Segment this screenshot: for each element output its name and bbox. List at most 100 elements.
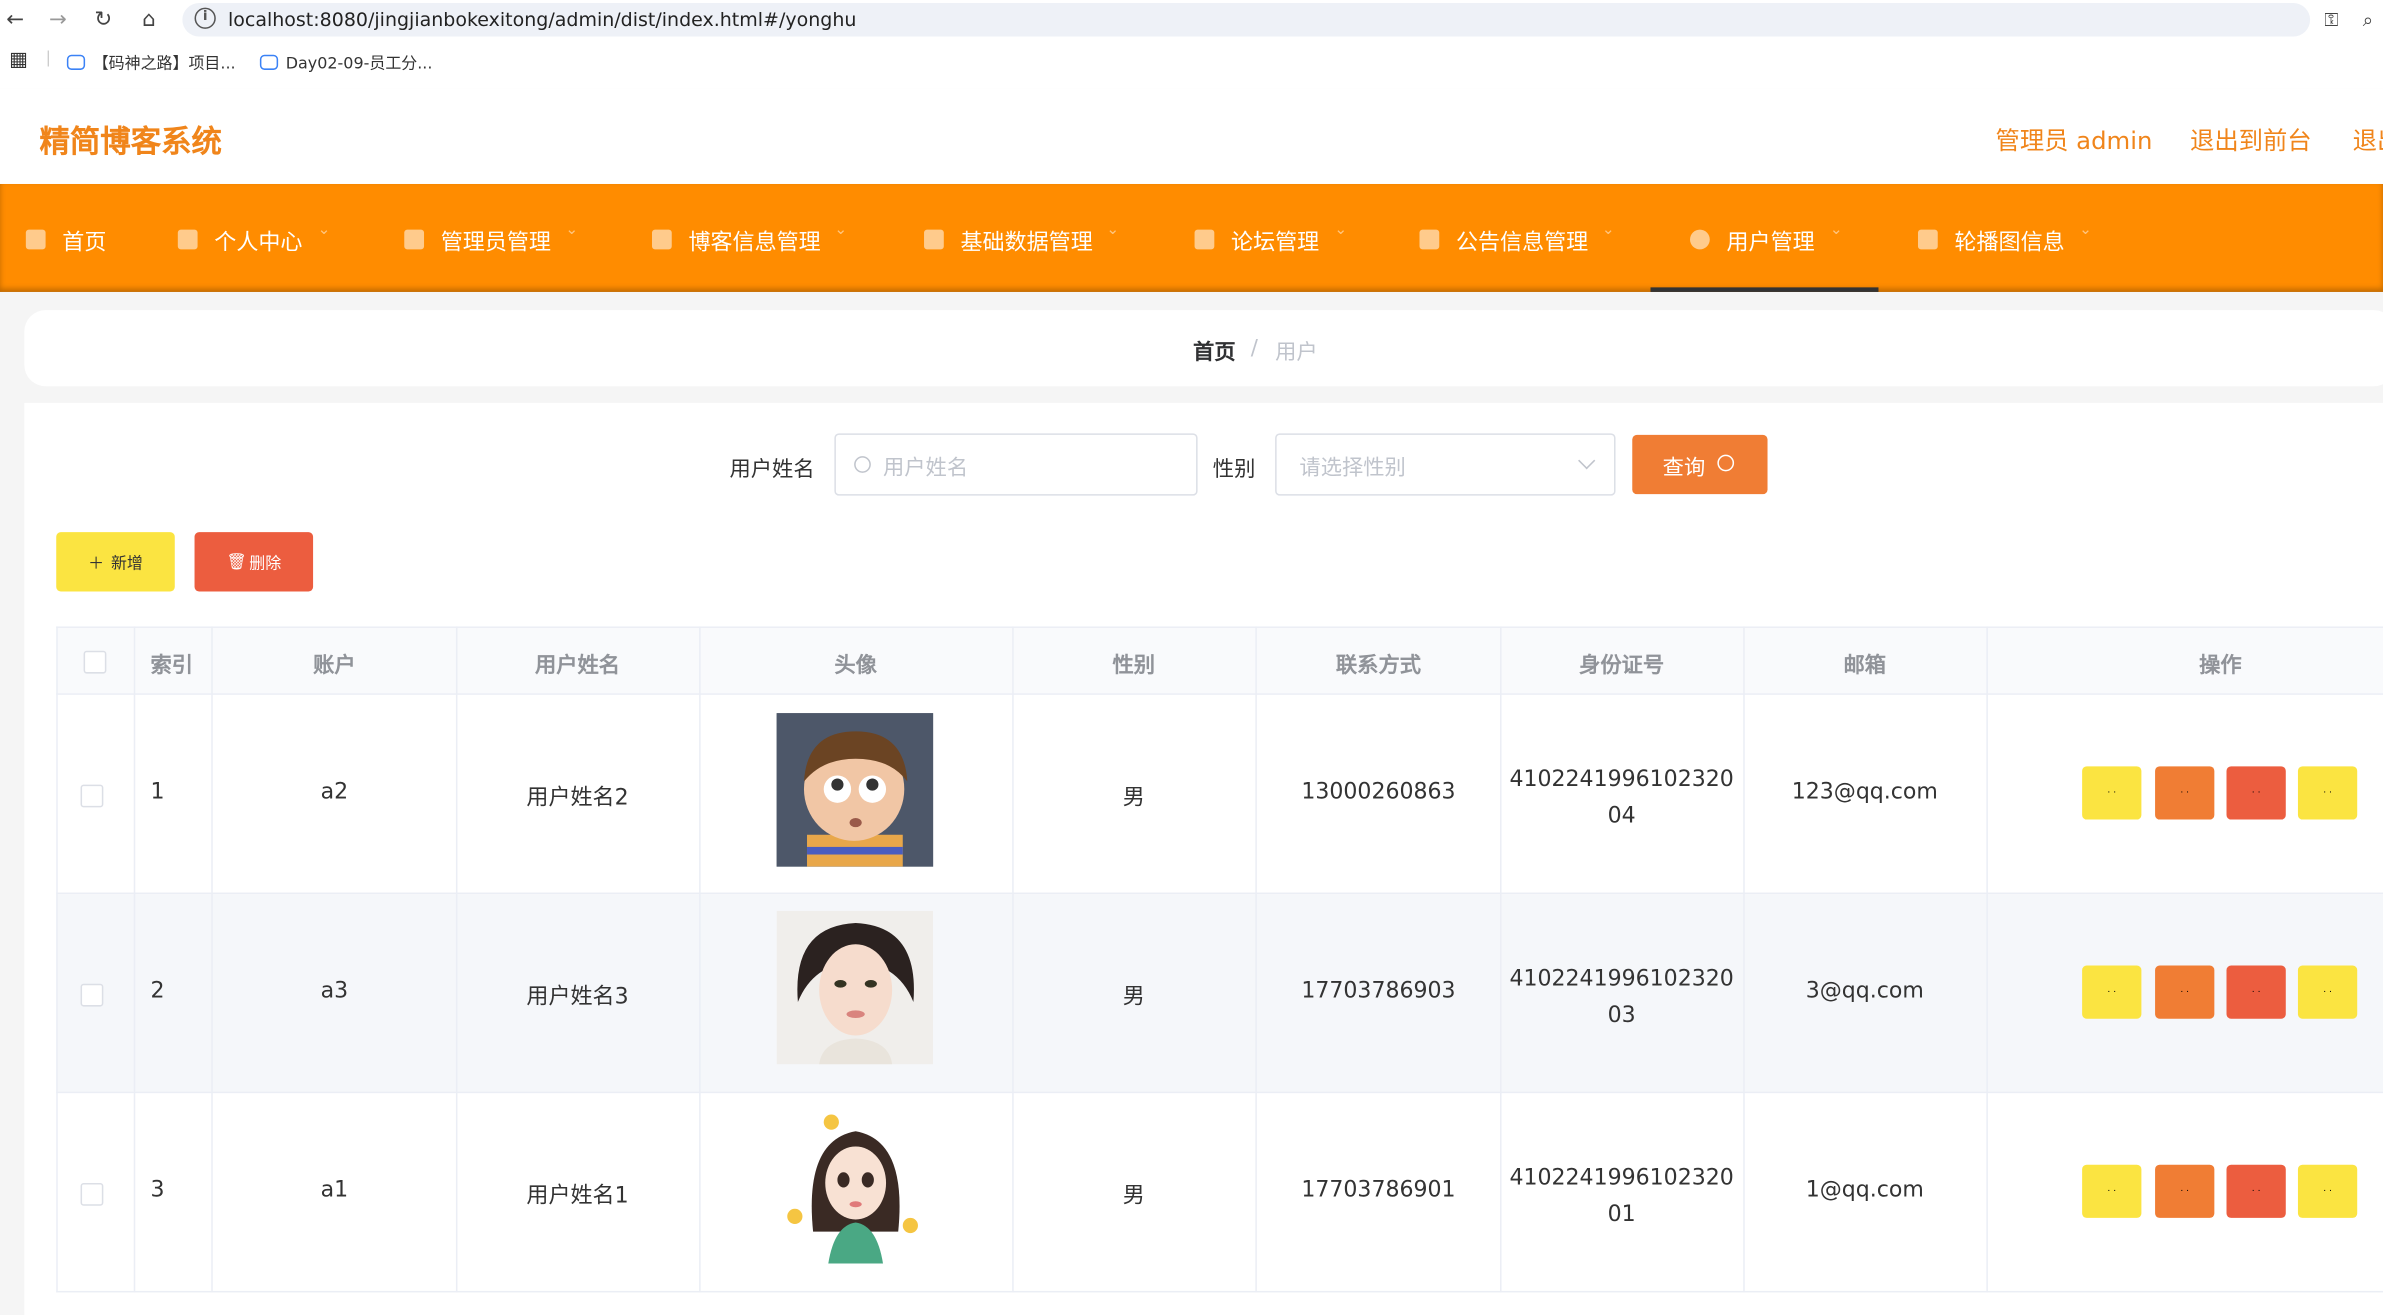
col-phone[interactable]: 联系方式 [1336,649,1421,679]
edit-button[interactable]: · · [2155,1164,2215,1218]
app-header: 精简博客系统 管理员 admin 退出到前台 退出登录 [0,88,2383,184]
apps-grid-icon[interactable]: ▦ [9,49,28,72]
grid-line [1743,626,1745,1293]
row-checkbox[interactable] [80,983,104,1007]
select-all-checkbox[interactable] [83,650,107,674]
reset-password-button[interactable]: · · [2297,1164,2358,1218]
divider: | [45,48,51,67]
table-row[interactable]: 2 a3 用户姓名3 男 17703786903 410224199610232… [56,894,2383,1094]
chevron-down-icon: ⌄ [1106,221,1120,239]
nav-active-indicator [1650,287,1879,292]
reset-password-button[interactable]: · · [2297,965,2358,1019]
brand-title: 精简博客系统 [39,123,222,160]
cartoon-boy-avatar[interactable] [776,713,934,867]
col-actions: 操作 [2199,653,2242,679]
col-gender[interactable]: 性别 [1112,649,1155,679]
table-row[interactable]: 3 a1 用户姓名1 男 17703786901 410224199610232… [56,1093,2383,1293]
cartoon-girl-avatar[interactable] [776,1109,934,1264]
grid-line [1986,626,1988,1293]
bookmarks-bar: ▦ | 【码神之路】项目... Day02-09-员工分... [0,39,2383,89]
grid-line [699,626,701,1293]
chevron-down-icon: ⌄ [1601,221,1615,239]
bilibili-icon [259,54,279,70]
name-search-label: 用户姓名 [729,457,815,482]
notice-icon [1419,229,1440,250]
col-email[interactable]: 邮箱 [1844,649,1887,679]
view-button[interactable]: · · [2082,965,2142,1019]
search-icon [854,456,871,473]
row-checkbox[interactable] [80,1182,104,1206]
edit-button[interactable]: · · [2155,766,2215,820]
url-text: localhost:8080/jingjianbokexitong/admin/… [227,7,857,31]
delete-row-button[interactable]: · · [2226,1164,2286,1218]
breadcrumb-current: 用户 [1275,340,1318,365]
breadcrumb: 首页 / 用户 [24,310,2383,387]
edit-button[interactable]: · · [2155,965,2215,1019]
delete-row-button[interactable]: · · [2226,766,2286,820]
grid-line [133,626,136,1293]
chevron-down-icon: ⌄ [565,221,579,239]
forward-icon[interactable]: → [43,5,73,35]
user-icon [177,229,198,250]
reset-password-button[interactable]: · · [2297,766,2358,820]
col-account[interactable]: 账户 [313,649,356,679]
avatar-image [776,910,934,1065]
briefcase-icon [651,229,672,250]
col-id-card[interactable]: 身份证号 [1579,649,1664,679]
back-icon[interactable]: ← [0,5,30,35]
admin-icon [404,229,425,250]
add-button[interactable]: ＋ 新增 [56,532,175,592]
view-button[interactable]: · · [2082,766,2142,820]
gender-label: 性别 [1212,457,1256,482]
plus-icon: ＋ [88,554,105,574]
grid-line [1012,626,1014,1293]
screen: ← → ↻ ⌂ i localhost:8080/jingjianbokexit… [0,0,2383,1315]
home-icon [25,229,46,250]
delete-row-button[interactable]: · · [2226,965,2286,1019]
table-row[interactable]: 1 a2 用户姓名2 男 13000260863 410224199610232… [56,694,2383,895]
exit-to-front-link[interactable]: 退出到前台 [2190,120,2312,156]
logout-link[interactable]: 退出登录 [2353,120,2383,156]
reload-icon[interactable]: ↻ [88,5,118,35]
col-index[interactable]: 索引 [150,649,193,679]
col-avatar[interactable]: 头像 [834,649,877,679]
woman-portrait-avatar[interactable] [776,910,934,1065]
breadcrumb-home[interactable]: 首页 [1193,336,1236,366]
trash-icon: 🗑 [226,553,247,572]
bookmark-item[interactable]: Day02-09-员工分... [259,52,432,75]
home-icon[interactable]: ⌂ [134,5,164,35]
breadcrumb-separator: / [1250,336,1258,361]
delete-button[interactable]: 🗑 删除 [194,532,314,592]
user-circle-icon [1690,229,1710,250]
grid-line [211,626,213,1293]
clipboard-icon [924,229,944,250]
main-nav: 首页 个人中心 ⌄ 管理员管理 ⌄ 博客信息管理 ⌄ 基础数据管理 ⌄ 论坛管理… [0,183,2383,292]
image-icon [1917,229,1938,250]
forum-icon [1194,229,1215,250]
search-icon [1717,454,1735,472]
query-button[interactable]: 查询 [1632,434,1768,495]
gender-select[interactable]: 请选择性别 [1275,433,1616,496]
admin-user-link[interactable]: 管理员 admin [1995,120,2152,156]
view-button[interactable]: · · [2082,1164,2142,1218]
key-icon[interactable]: ⚿ [2316,5,2346,35]
grid-line [56,626,58,1293]
main-content: 用户姓名 用户姓名 性别 请选择性别 查询 ＋ 新增 🗑 删除 索引 账户 用户… [24,402,2383,1315]
grid-line [455,626,458,1293]
chevron-down-icon: ⌄ [317,221,331,239]
chevron-down-icon: ⌄ [1829,221,1843,239]
row-checkbox[interactable] [80,784,104,808]
chevron-down-icon [1578,452,1596,470]
table-header: 索引 账户 用户姓名 头像 性别 联系方式 身份证号 邮箱 操作 [56,626,2383,695]
name-search-input[interactable]: 用户姓名 [834,433,1198,496]
grid-line [1255,626,1257,1293]
bilibili-icon [66,54,86,70]
avatar-image [776,713,934,867]
zoom-icon[interactable]: ⌕ [2353,5,2383,35]
address-bar[interactable]: i localhost:8080/jingjianbokexitong/admi… [182,3,2311,37]
col-name[interactable]: 用户姓名 [535,649,620,679]
bookmark-item[interactable]: 【码神之路】项目... [66,52,236,75]
info-icon[interactable]: i [194,7,216,29]
grid-line [1500,626,1502,1293]
chevron-down-icon: ⌄ [834,221,848,239]
